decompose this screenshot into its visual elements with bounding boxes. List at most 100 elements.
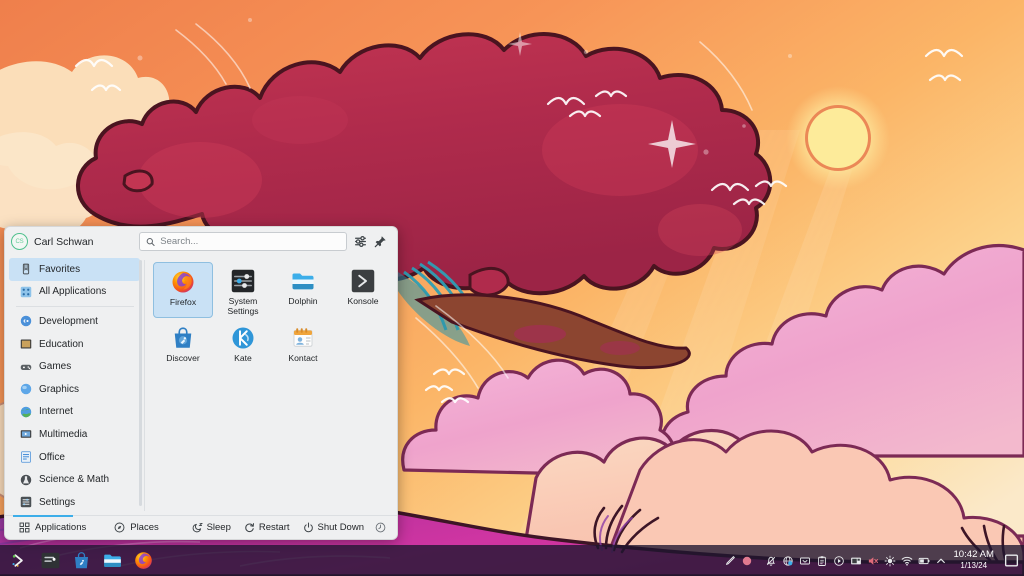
- sidebar-item-label: Favorites: [39, 263, 81, 275]
- sidebar-item-label: Games: [39, 361, 72, 373]
- media-play-icon: [834, 555, 844, 566]
- category-sidebar[interactable]: Favorites All Applications Development E…: [5, 256, 144, 515]
- launcher-footer: Applications Places Sleep Restart Shut D…: [5, 515, 397, 539]
- app-firefox[interactable]: Firefox: [153, 262, 213, 318]
- clock-time: 10:42 AM: [953, 549, 994, 560]
- restart-icon: [245, 523, 254, 533]
- shutdown-label: Shut Down: [317, 522, 364, 533]
- sidebar-scrollbar[interactable]: [139, 260, 142, 506]
- sidebar-item-settings[interactable]: Settings: [9, 491, 140, 514]
- tray-updates[interactable]: [779, 548, 796, 574]
- education-icon: [20, 339, 32, 349]
- volume-muted-icon: [868, 556, 878, 565]
- sidebar-item-science-math[interactable]: Science & Math: [9, 468, 140, 491]
- sidebar-divider: [16, 306, 134, 308]
- app-label: Firefox: [169, 297, 197, 307]
- sidebar-item-label: Graphics: [39, 383, 80, 395]
- sidebar-item-multimedia[interactable]: Multimedia: [9, 423, 140, 446]
- active-tab-indicator: [13, 515, 73, 517]
- firefox-icon: [135, 552, 152, 569]
- tray-display[interactable]: [847, 548, 864, 574]
- record-circle-icon: [742, 556, 752, 565]
- bookmark-icon: [22, 263, 30, 275]
- taskbar-panel[interactable]: 10:42 AM 1/13/24: [0, 545, 1024, 576]
- sidebar-item-label: All Applications: [39, 286, 107, 298]
- app-label: Kontact: [288, 353, 318, 363]
- task-konsole[interactable]: [36, 548, 65, 574]
- app-label: System Settings: [227, 296, 259, 316]
- task-dolphin[interactable]: [98, 548, 127, 574]
- show-desktop-button[interactable]: [1003, 548, 1020, 574]
- search-input[interactable]: [160, 236, 340, 247]
- power-actions: Sleep Restart Shut Down: [186, 519, 390, 536]
- brightness-icon: [884, 555, 896, 566]
- pin-icon[interactable]: [374, 235, 387, 248]
- tab-applications[interactable]: Applications: [12, 520, 93, 535]
- digital-clock[interactable]: 10:42 AM 1/13/24: [949, 549, 1001, 571]
- application-grid: Firefox System Settings Dolphin Konsole …: [153, 262, 393, 375]
- sidebar-item-education[interactable]: Education: [9, 333, 140, 356]
- sidebar-item-games[interactable]: Games: [9, 355, 140, 378]
- tray-clipboard[interactable]: [813, 548, 830, 574]
- kde-launcher-icon: [12, 554, 23, 567]
- shutdown-button[interactable]: Shut Down: [297, 519, 370, 536]
- leave-button[interactable]: [371, 519, 390, 536]
- app-system-settings[interactable]: System Settings: [213, 262, 273, 318]
- places-icon: [114, 522, 125, 533]
- search-icon: [146, 237, 155, 246]
- task-discover[interactable]: [67, 548, 96, 574]
- tray-media-player[interactable]: [830, 548, 847, 574]
- sleep-label: Sleep: [206, 522, 231, 533]
- update-globe-icon: [783, 555, 793, 566]
- shutdown-icon: [303, 522, 313, 533]
- chevron-up-icon: [937, 558, 945, 563]
- app-konsole[interactable]: Konsole: [333, 262, 393, 318]
- sidebar-item-favorites[interactable]: Favorites: [9, 258, 140, 281]
- kontact-icon: [293, 328, 313, 347]
- sidebar-item-office[interactable]: Office: [9, 446, 140, 469]
- avatar-initials: CS: [15, 238, 24, 245]
- sidebar-item-graphics[interactable]: Graphics: [9, 378, 140, 401]
- app-dolphin[interactable]: Dolphin: [273, 262, 333, 318]
- sidebar-item-label: Internet: [39, 406, 73, 418]
- kate-icon: [232, 327, 254, 349]
- task-firefox[interactable]: [129, 548, 158, 574]
- app-kontact[interactable]: Kontact: [273, 319, 333, 375]
- tray-notifications[interactable]: [762, 548, 779, 574]
- pen-icon: [726, 555, 735, 565]
- tray-screen-marker[interactable]: [721, 548, 738, 574]
- tray-expand[interactable]: [932, 548, 949, 574]
- games-icon: [20, 364, 32, 370]
- tray-keyboard[interactable]: [796, 548, 813, 574]
- sleep-button[interactable]: Sleep: [186, 519, 237, 536]
- keyboard-icon: [800, 557, 810, 564]
- sidebar-item-development[interactable]: Development: [9, 310, 140, 333]
- sidebar-item-label: Development: [39, 315, 98, 327]
- app-discover[interactable]: Discover: [153, 319, 213, 375]
- display-icon: [851, 557, 861, 564]
- restart-label: Restart: [258, 522, 290, 533]
- grid-apps-icon: [20, 286, 32, 298]
- tray-volume[interactable]: [864, 548, 881, 574]
- tray-brightness[interactable]: [881, 548, 898, 574]
- tab-label: Applications: [35, 522, 87, 533]
- discover-icon: [74, 552, 89, 569]
- avatar[interactable]: CS: [11, 233, 28, 250]
- app-kate[interactable]: Kate: [213, 319, 273, 375]
- science-icon: [20, 474, 32, 485]
- system-settings-icon: [231, 269, 255, 293]
- application-launcher[interactable]: CS Carl Schwan Search... Favorites All A…: [4, 226, 398, 540]
- tray-network[interactable]: [898, 548, 915, 574]
- restart-button[interactable]: Restart: [238, 519, 296, 536]
- kde-launcher-button[interactable]: [5, 548, 34, 574]
- configure-icon[interactable]: [354, 235, 367, 248]
- tab-places[interactable]: Places: [107, 520, 166, 535]
- search-field[interactable]: [139, 232, 347, 251]
- app-label: Dolphin: [288, 296, 318, 306]
- tray-battery[interactable]: [915, 548, 932, 574]
- internet-icon: [20, 406, 32, 418]
- bell-muted-icon: [766, 556, 776, 566]
- sidebar-item-all-applications[interactable]: All Applications: [9, 281, 140, 304]
- tray-recording[interactable]: [738, 548, 755, 574]
- sidebar-item-internet[interactable]: Internet: [9, 401, 140, 424]
